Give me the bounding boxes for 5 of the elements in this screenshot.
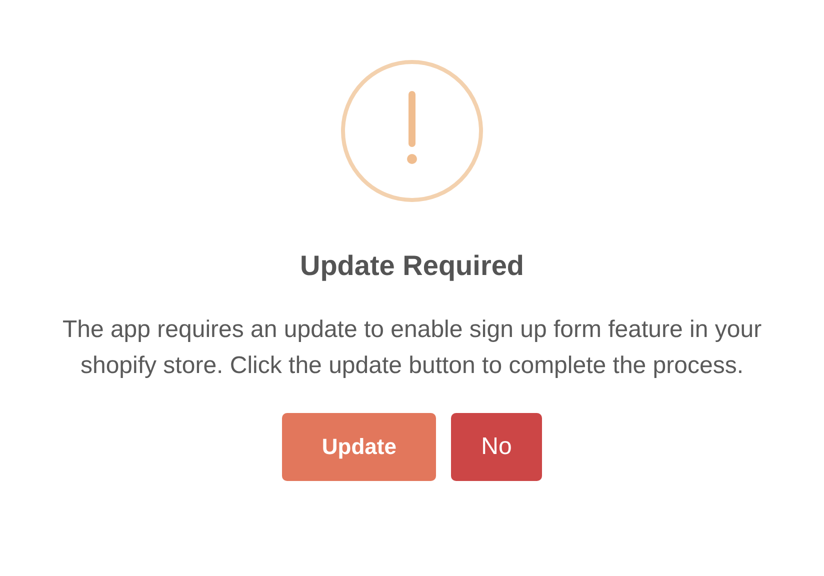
dialog-message: The app requires an update to enable sign up form feature in your shopify store. Click the update button to complete the process. [61,315,763,381]
dialog-title: Update Required [300,249,524,283]
no-button[interactable]: No [451,413,542,481]
update-button[interactable]: Update [282,413,436,481]
warning-icon [340,59,484,203]
